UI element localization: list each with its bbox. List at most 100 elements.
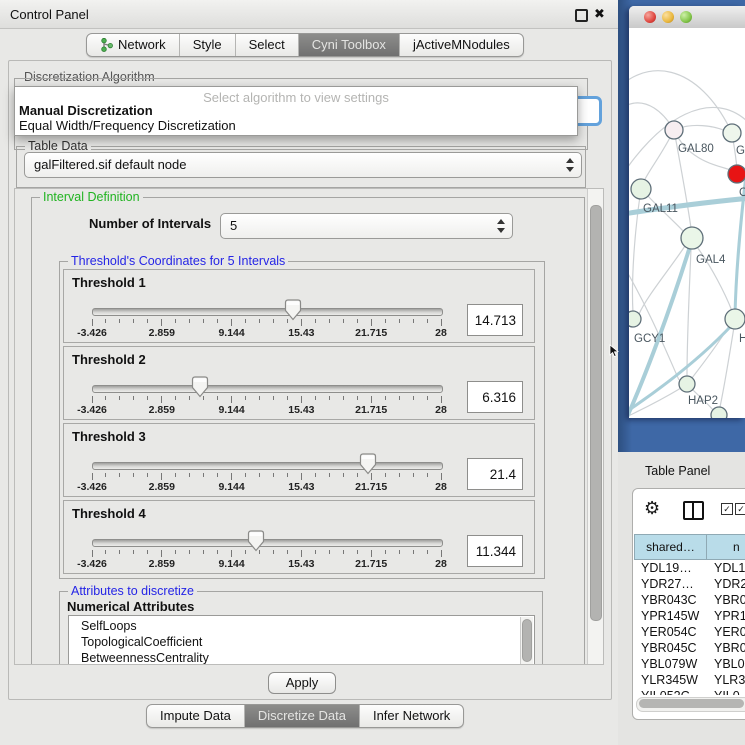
tab-label: Network xyxy=(118,34,166,56)
slider-ticks xyxy=(92,550,441,559)
tab-select[interactable]: Select xyxy=(236,34,299,56)
number-of-intervals-value: 5 xyxy=(230,218,237,233)
slider-thumb[interactable] xyxy=(191,376,209,398)
network-node-ga[interactable] xyxy=(723,124,741,142)
network-node-gcy1[interactable] xyxy=(629,311,641,327)
list-scrollbar-thumb[interactable] xyxy=(522,619,532,662)
network-node-h[interactable] xyxy=(725,309,745,329)
cell-shared-name: YLR345W xyxy=(634,672,707,688)
tab-infer-network[interactable]: Infer Network xyxy=(360,705,463,727)
network-node[interactable] xyxy=(711,407,727,418)
mouse-cursor xyxy=(609,344,619,358)
attribute-item[interactable]: BetweennessCentrality xyxy=(81,651,209,665)
checkbox-icon[interactable]: ✓ xyxy=(735,503,745,515)
table-data-selected-value: galFiltered.sif default node xyxy=(34,157,186,172)
table-row[interactable]: YPR145WYPR1 xyxy=(634,608,745,624)
close-traffic-light-icon[interactable] xyxy=(644,11,656,23)
checkbox-icon[interactable]: ✓ xyxy=(721,503,733,515)
cell-shared-name: YBR043C xyxy=(634,592,707,608)
gear-icon[interactable]: ⚙ xyxy=(644,498,660,519)
table-row[interactable]: YIL052CYIL0 xyxy=(634,688,745,695)
network-node-gal4[interactable] xyxy=(681,227,703,249)
cell-shared-name: YBL079W xyxy=(634,656,707,672)
bottom-tab-bar: Impute Data Discretize Data Infer Networ… xyxy=(146,704,464,728)
dropdown-option-equal-width-frequency[interactable]: Equal Width/Frequency Discretization xyxy=(19,118,236,133)
close-icon[interactable]: ✖ xyxy=(594,6,605,22)
threshold-value-field[interactable]: 21.4 xyxy=(467,458,523,490)
tab-impute-data[interactable]: Impute Data xyxy=(147,705,245,727)
slider-tick-label: 15.43 xyxy=(288,481,314,493)
slider-track[interactable] xyxy=(92,385,443,393)
slider-tick-label: -3.426 xyxy=(77,558,107,570)
threshold-value-field[interactable]: 14.713 xyxy=(467,304,523,336)
minimize-traffic-light-icon[interactable] xyxy=(662,11,674,23)
thresholds-group-title: Threshold's Coordinates for 5 Intervals xyxy=(68,254,288,268)
table-row[interactable]: YDL19…YDL1 xyxy=(634,560,745,576)
slider-track[interactable] xyxy=(92,539,443,547)
table-row[interactable]: YBR043CYBR0 xyxy=(634,592,745,608)
network-window-titlebar[interactable] xyxy=(629,6,745,29)
threshold-label: Threshold 1 xyxy=(72,275,146,290)
tab-discretize-data[interactable]: Discretize Data xyxy=(245,705,360,727)
combo-stepper-icon xyxy=(565,158,574,172)
attribute-item[interactable]: TopologicalCoefficient xyxy=(81,635,202,649)
apply-button[interactable]: Apply xyxy=(268,672,336,694)
cell-name: YBR0 xyxy=(707,592,745,608)
control-panel: Control Panel ✖ Network Style Select Cyn… xyxy=(0,0,618,745)
table-row[interactable]: YBR045CYBR0 xyxy=(634,640,745,656)
slider-track[interactable] xyxy=(92,308,443,316)
table-row[interactable]: YDR27…YDR2 xyxy=(634,576,745,592)
tab-network[interactable]: Network xyxy=(87,34,180,56)
network-node-c[interactable] xyxy=(728,165,745,183)
network-node-hap2[interactable] xyxy=(679,376,695,392)
attribute-item[interactable]: SelfLoops xyxy=(81,619,137,633)
network-node-gal11[interactable] xyxy=(631,179,651,199)
slider-tick-label: 21.715 xyxy=(355,327,387,339)
slider-tick-label: 28 xyxy=(435,404,447,416)
table-data-combobox[interactable]: galFiltered.sif default node xyxy=(24,152,582,178)
slider-tick-label: 9.144 xyxy=(218,481,244,493)
tab-style[interactable]: Style xyxy=(180,34,236,56)
slider-tick-label: 2.859 xyxy=(149,481,175,493)
network-node-label: HAP2 xyxy=(688,395,718,407)
slider-thumb[interactable] xyxy=(247,530,265,552)
slider-tick-label: 9.144 xyxy=(218,404,244,416)
float-icon[interactable] xyxy=(575,9,588,22)
panel-scrollbar[interactable] xyxy=(587,189,603,664)
number-of-intervals-label: Number of Intervals xyxy=(89,216,211,231)
cell-name: YDL1 xyxy=(707,560,745,576)
dropdown-option-manual-discretization[interactable]: Manual Discretization xyxy=(19,103,153,118)
network-node-gal80[interactable] xyxy=(665,121,683,139)
tab-cyni-toolbox[interactable]: Cyni Toolbox xyxy=(299,34,400,56)
number-of-intervals-combobox[interactable]: 5 xyxy=(220,213,513,239)
table-row[interactable]: YER054CYER0 xyxy=(634,624,745,640)
list-scrollbar[interactable] xyxy=(520,617,533,664)
table-horizontal-scrollbar[interactable] xyxy=(636,697,745,712)
network-window[interactable]: GAL80GACGAL11GAL4GCY1HHAP2 xyxy=(629,6,745,418)
table-hscroll-thumb[interactable] xyxy=(639,699,744,708)
panel-title: Control Panel xyxy=(10,7,89,22)
column-header-name[interactable]: n xyxy=(707,534,745,560)
threshold-panel-1: Threshold 1-3.4262.8599.14415.4321.71528… xyxy=(63,269,535,343)
slider-tick-label: 28 xyxy=(435,327,447,339)
tab-jactivemnodules[interactable]: jActiveMNodules xyxy=(400,34,523,56)
numerical-attributes-list[interactable]: SelfLoops TopologicalCoefficient Betweenne… xyxy=(68,615,535,665)
slider-thumb[interactable] xyxy=(359,453,377,475)
network-canvas[interactable]: GAL80GACGAL11GAL4GCY1HHAP2 xyxy=(629,28,745,418)
panel-scrollbar-thumb[interactable] xyxy=(590,205,602,621)
table-row[interactable]: YLR345WYLR3 xyxy=(634,672,745,688)
threshold-value-field[interactable]: 6.316 xyxy=(467,381,523,413)
cell-name: YLR3 xyxy=(707,672,745,688)
slider-tick-label: 28 xyxy=(435,558,447,570)
table-row[interactable]: YBL079WYBL0 xyxy=(634,656,745,672)
network-edge xyxy=(720,327,734,407)
slider-thumb[interactable] xyxy=(284,299,302,321)
threshold-value-field[interactable]: 11.344 xyxy=(467,535,523,567)
columns-icon[interactable] xyxy=(683,501,704,520)
interval-definition-group-title: Interval Definition xyxy=(40,190,143,204)
zoom-traffic-light-icon[interactable] xyxy=(680,11,692,23)
column-header-shared[interactable]: shared… xyxy=(634,534,707,560)
cell-shared-name: YBR045C xyxy=(634,640,707,656)
slider-tick-label: -3.426 xyxy=(77,481,107,493)
slider-track[interactable] xyxy=(92,462,443,470)
